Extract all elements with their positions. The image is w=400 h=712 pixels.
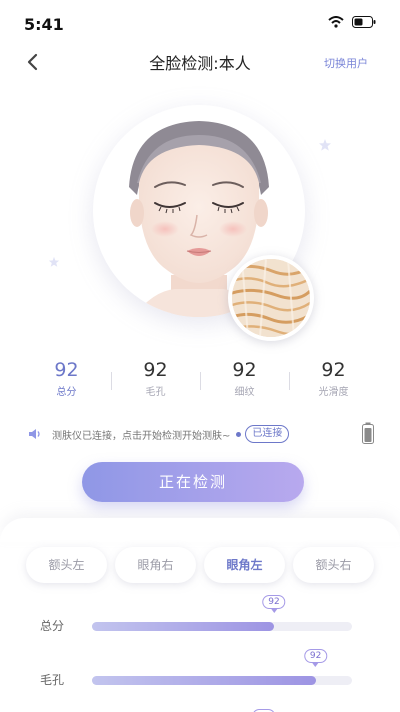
metric-next-partial	[40, 704, 352, 712]
connected-badge: 已连接	[245, 425, 290, 443]
metric-track: 92	[92, 595, 352, 631]
score-label: 光滑度	[318, 387, 349, 398]
score-value: 92	[143, 359, 168, 381]
score-smoothness: 92 光滑度	[289, 358, 378, 402]
tab-eye-corner-right[interactable]: 眼角右	[115, 547, 196, 583]
switch-user-link[interactable]: 切换用户	[324, 55, 368, 71]
tab-eye-corner-left[interactable]: 眼角左	[204, 547, 285, 583]
battery-status-icon	[352, 16, 376, 28]
tab-forehead-right[interactable]: 额头右	[293, 547, 374, 583]
area-tabs: 额头左 眼角右 眼角左 额头右	[26, 547, 374, 583]
score-value: 92	[321, 359, 346, 381]
score-label: 总分	[56, 387, 77, 398]
status-time: 5:41	[24, 15, 64, 34]
metric-label: 毛孔	[40, 673, 65, 687]
star-icon	[319, 139, 331, 151]
metric-total: 总分 92	[40, 595, 352, 636]
metric-label: 总分	[40, 619, 65, 633]
status-bar: 5:41	[0, 0, 400, 44]
score-label: 细纹	[234, 387, 255, 398]
metric-pores: 毛孔 92	[40, 649, 352, 690]
device-battery-icon	[362, 422, 374, 444]
star-icon	[48, 256, 60, 267]
speaker-icon	[29, 429, 40, 439]
score-label: 毛孔	[145, 387, 166, 398]
detecting-button[interactable]: 正在检测	[82, 462, 304, 502]
metric-value-bubble: 92	[303, 649, 328, 667]
metric-fill	[92, 622, 274, 631]
score-value: 92	[232, 359, 257, 381]
metric-value-bubble: 92	[262, 595, 286, 613]
score-pores: 92 毛孔	[111, 358, 200, 402]
connection-message: 测肤仪已连接，点击开始检测开始测肤~	[52, 430, 231, 442]
connection-status-row: 测肤仪已连接，点击开始检测开始测肤~ 已连接	[28, 422, 374, 444]
metric-fill	[92, 676, 316, 685]
score-value: 92	[54, 359, 79, 381]
bottom-panel-edge	[0, 518, 400, 542]
tab-forehead-left[interactable]: 额头左	[26, 547, 107, 583]
score-summary: 92 总分 92 毛孔 92 细纹 92 光滑度	[22, 358, 378, 402]
score-total: 92 总分	[22, 358, 111, 402]
skin-texture-image	[232, 259, 310, 337]
nav-bar: 全脸检测:本人 切换用户	[0, 44, 400, 80]
score-fine-lines: 92 细纹	[200, 358, 289, 402]
metric-track: 92	[92, 649, 352, 685]
face-detection-screen: 5:41 全脸检测:本人 切换用户 92 总分 92 毛孔 92 细纹 92 光…	[0, 0, 400, 712]
status-icons	[328, 16, 376, 28]
status-dot	[236, 431, 242, 437]
wifi-icon	[328, 16, 344, 28]
skin-texture-zoom	[228, 255, 314, 341]
